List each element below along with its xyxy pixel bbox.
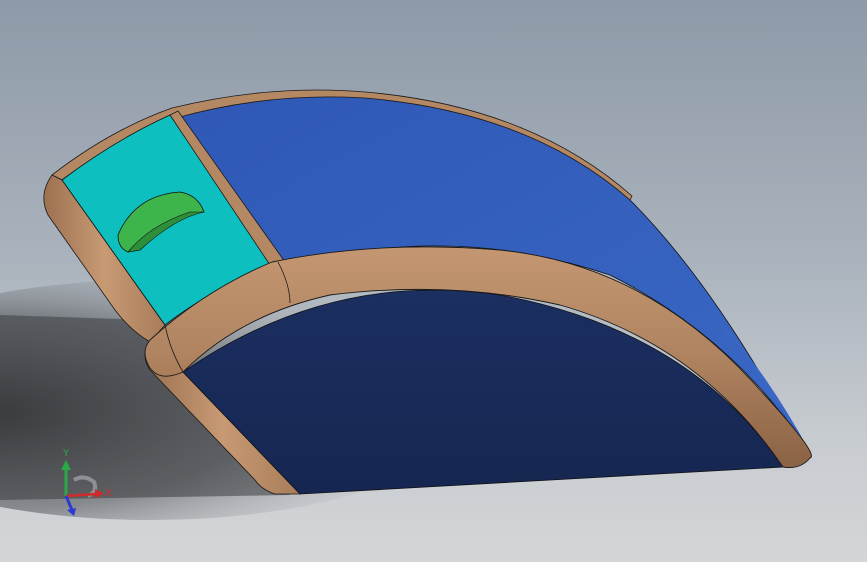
x-axis-label: X: [105, 488, 112, 499]
z-axis-line: [64, 495, 74, 511]
graphics-viewport[interactable]: Y X: [0, 0, 867, 562]
x-axis-arrow: [95, 489, 104, 498]
y-axis-arrow: [61, 460, 71, 470]
model-view[interactable]: [0, 0, 867, 562]
coordinate-triad: Y X: [61, 448, 112, 516]
z-axis-arrow: [67, 508, 76, 516]
y-axis-label: Y: [62, 448, 70, 459]
